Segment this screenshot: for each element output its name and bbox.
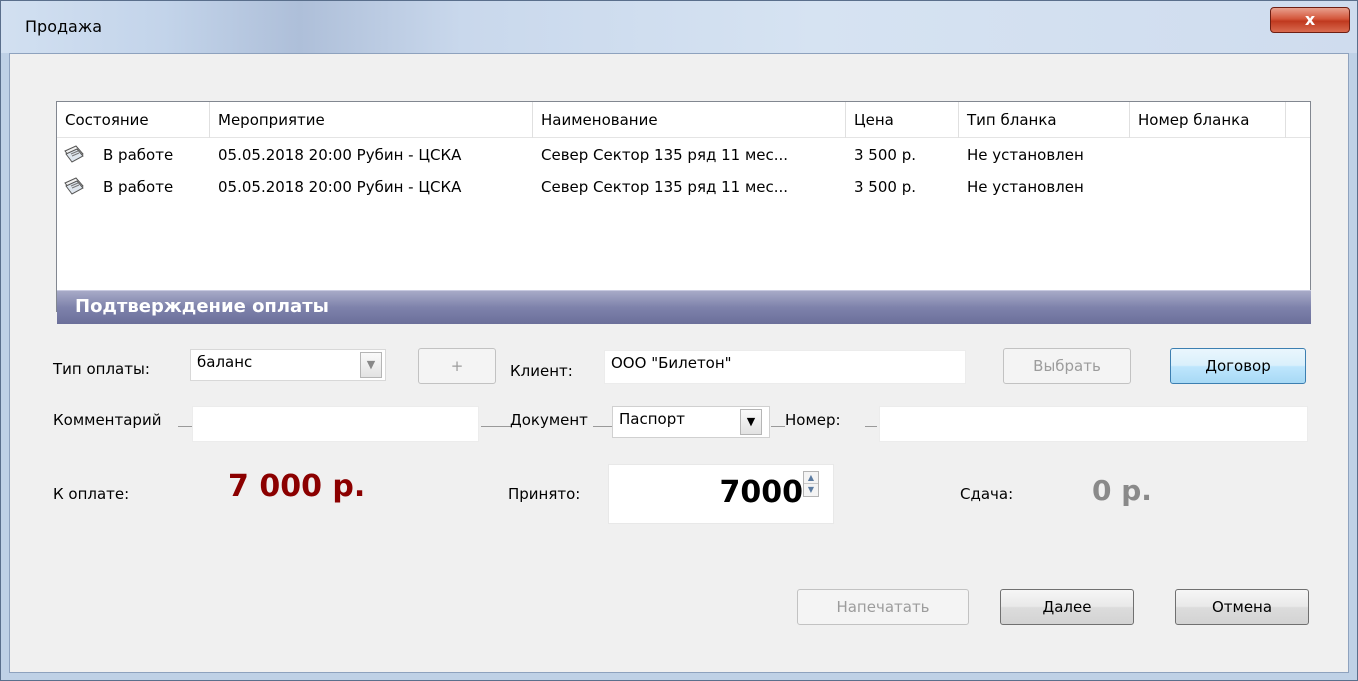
number-field[interactable]: [879, 406, 1308, 442]
title-bar[interactable]: Продажа x: [1, 1, 1357, 53]
payment-confirmation-header: Подтверждение оплаты: [57, 290, 1311, 324]
payment-type-dropdown-button[interactable]: ▼: [360, 352, 382, 378]
comment-field[interactable]: [192, 406, 479, 442]
contract-button[interactable]: Договор: [1170, 348, 1306, 384]
cell-blank-number: [1130, 171, 1286, 203]
client-label: Клиент:: [510, 362, 573, 380]
print-button[interactable]: Напечатать: [797, 589, 969, 625]
accepted-spinner[interactable]: ▲ ▼: [803, 471, 819, 497]
cell-blank-number: [1130, 139, 1286, 171]
column-header-blank-number[interactable]: Номер бланка: [1130, 102, 1286, 138]
column-header-price[interactable]: Цена: [846, 102, 959, 138]
chevron-down-icon: ▼: [746, 415, 756, 428]
table-row[interactable]: В работе 05.05.2018 20:00 Рубин - ЦСКА С…: [57, 139, 1310, 171]
cell-price: 3 500 р.: [854, 178, 916, 196]
payment-type-value: баланс: [197, 353, 253, 371]
document-label: Документ: [510, 411, 588, 429]
to-pay-label: К оплате:: [53, 485, 130, 503]
close-button[interactable]: x: [1270, 7, 1350, 33]
ticket-icon: [64, 177, 84, 195]
cell-event: 05.05.2018 20:00 Рубин - ЦСКА: [218, 178, 462, 196]
cell-blank-type: Не установлен: [967, 146, 1084, 164]
column-header-blank-type[interactable]: Тип бланка: [959, 102, 1130, 138]
number-label: Номер:: [785, 411, 841, 429]
cancel-button[interactable]: Отмена: [1175, 589, 1309, 625]
section-title: Подтверждение оплаты: [75, 296, 329, 317]
client-field[interactable]: ООО "Билетон": [604, 350, 966, 384]
tickets-table[interactable]: Состояние Мероприятие Наименование Цена …: [56, 101, 1311, 312]
ticket-icon: [64, 145, 84, 163]
table-row[interactable]: В работе 05.05.2018 20:00 Рубин - ЦСКА С…: [57, 171, 1310, 203]
comment-label: Комментарий: [53, 411, 162, 429]
window-title: Продажа: [25, 17, 103, 36]
document-select-leader-line: [593, 426, 613, 427]
to-pay-amount: 7 000 р.: [228, 469, 366, 504]
dialog-body: Состояние Мероприятие Наименование Цена …: [9, 53, 1349, 673]
document-value: Паспорт: [619, 410, 685, 428]
add-payment-type-button[interactable]: +: [418, 348, 496, 384]
cell-event: 05.05.2018 20:00 Рубин - ЦСКА: [218, 146, 462, 164]
document-leader-line: [481, 426, 511, 427]
document-dropdown-button[interactable]: ▼: [740, 409, 762, 435]
next-button[interactable]: Далее: [1000, 589, 1134, 625]
spin-down-icon[interactable]: ▼: [804, 484, 818, 496]
number-field-leader-line: [865, 426, 877, 427]
payment-type-label: Тип оплаты:: [53, 360, 150, 378]
cell-blank-type: Не установлен: [967, 178, 1084, 196]
table-header: Состояние Мероприятие Наименование Цена …: [57, 102, 1310, 138]
comment-leader-line: [178, 426, 192, 427]
cell-price: 3 500 р.: [854, 146, 916, 164]
accepted-label: Принято:: [508, 485, 581, 503]
chevron-down-icon: ▼: [366, 358, 376, 371]
payment-type-select[interactable]: баланс: [190, 349, 386, 381]
cell-status: В работе: [103, 178, 174, 196]
sale-window: Продажа x Состояние Мероприятие Наименов…: [0, 0, 1358, 681]
column-header-status[interactable]: Состояние: [57, 102, 210, 138]
change-amount: 0 р.: [1092, 474, 1152, 507]
number-leader-line: [771, 426, 785, 427]
change-label: Сдача:: [960, 485, 1014, 503]
accepted-field[interactable]: 7000: [608, 464, 834, 524]
accepted-amount: 7000: [719, 475, 804, 510]
select-client-button[interactable]: Выбрать: [1003, 348, 1131, 384]
cell-name: Север Сектор 135 ряд 11 мес...: [541, 178, 789, 196]
cell-status: В работе: [103, 146, 174, 164]
column-header-event[interactable]: Мероприятие: [210, 102, 533, 138]
spin-up-icon[interactable]: ▲: [804, 472, 818, 484]
cell-name: Север Сектор 135 ряд 11 мес...: [541, 146, 789, 164]
column-header-name[interactable]: Наименование: [533, 102, 846, 138]
